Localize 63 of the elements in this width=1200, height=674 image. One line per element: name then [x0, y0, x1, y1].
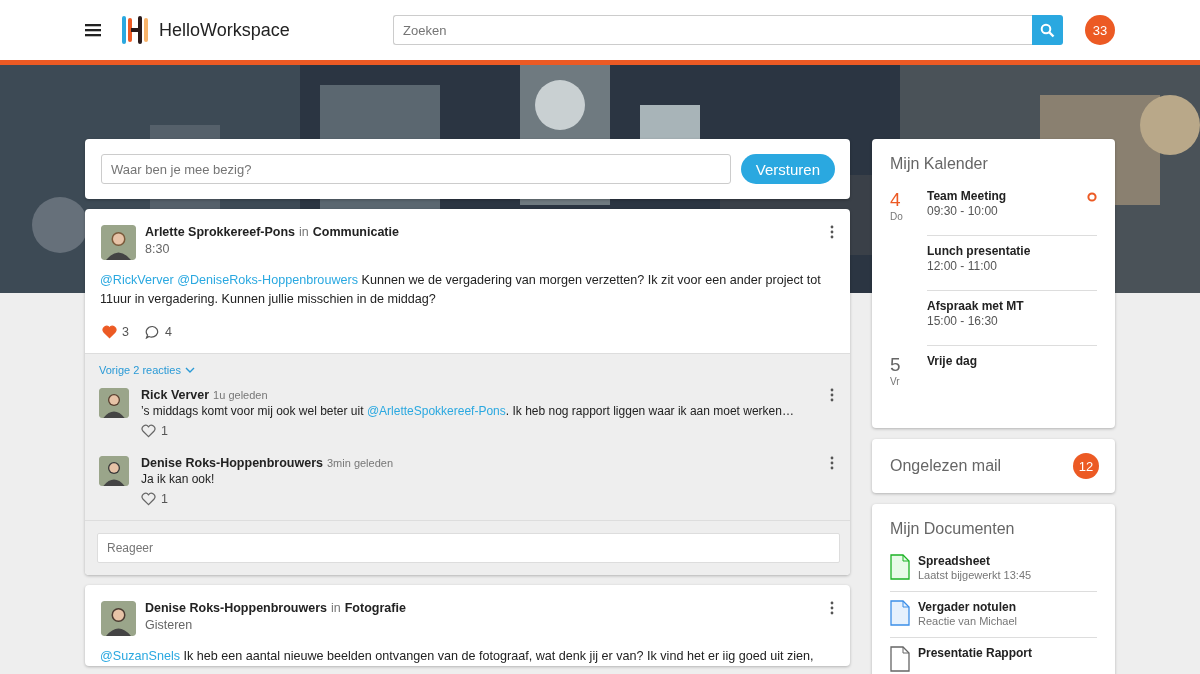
in-label: in [299, 225, 309, 239]
comment-time: 1u geleden [213, 389, 268, 401]
document-name[interactable]: Presentatie Rapport [918, 646, 1097, 660]
avatar [99, 456, 129, 486]
more-options-icon[interactable] [830, 601, 834, 615]
event-time: 15:00 - 16:30 [927, 314, 999, 328]
post-text: @SuzanSnels Ik heb een aantal nieuwe beelden ontvangen van de fotograaf, wat denk jij er van? Ik vind het er iig goed uit zien, [99, 648, 815, 665]
document-icon [890, 600, 910, 626]
day-number: 5 [890, 354, 901, 376]
avatar [101, 225, 136, 260]
comment-icon[interactable] [144, 325, 160, 339]
document-meta: Reactie van Michael [918, 615, 1019, 627]
weekday: Vr [890, 376, 900, 387]
search-icon [1040, 22, 1055, 38]
event-title[interactable]: Afspraak met MT [927, 299, 1097, 313]
mail-count-badge: 12 [1073, 453, 1099, 479]
event-title[interactable]: Team Meeting [927, 189, 1087, 203]
more-options-icon[interactable] [830, 225, 834, 239]
group-name[interactable]: Fotografie [344, 601, 406, 615]
comment-text: Ja ik kan ook! [141, 472, 216, 486]
card-title: Mijn Kalender [889, 154, 989, 174]
event-time: 09:30 - 10:00 [927, 204, 999, 218]
like-count: 1 [161, 492, 168, 506]
app-name: HelloWorkspace [159, 19, 290, 41]
post-time: Gisteren [145, 618, 194, 632]
avatar [101, 601, 136, 636]
event-title[interactable]: Vrije dag [927, 354, 1097, 368]
weekday: Do [890, 211, 903, 222]
logo-icon [119, 14, 151, 46]
card-title[interactable]: Ongelezen mail [890, 457, 1073, 475]
heart-icon[interactable] [141, 424, 156, 438]
heart-icon[interactable] [102, 325, 117, 339]
heart-icon[interactable] [141, 492, 156, 506]
more-options-icon[interactable] [830, 388, 834, 402]
comment-count: 4 [164, 325, 172, 339]
avatar [99, 388, 129, 418]
like-count: 3 [122, 325, 129, 339]
comment-time: 3min geleden [327, 457, 394, 469]
document-icon [890, 554, 910, 580]
card-title: Mijn Documenten [889, 519, 1016, 539]
day-number: 4 [890, 189, 901, 211]
document-meta: Laatst bijgewerkt 13:45 [918, 569, 1033, 581]
search-button[interactable] [1032, 15, 1063, 45]
group-name[interactable]: Communicatie [312, 225, 399, 239]
post-time: 8:30 [145, 242, 171, 256]
event-title[interactable]: Lunch presentatie [927, 244, 1097, 258]
comment-text: ’s middags komt voor mij ook wel beter uit @ArletteSpokkereef-Pons. Ik heb nog rapport liggen waar ik aan moet werken… [141, 404, 795, 418]
author-name[interactable]: Denise Roks-Hoppenbrouwers [141, 456, 323, 470]
status-input[interactable]: Waar ben je mee bezig? [101, 154, 731, 184]
in-label: in [331, 601, 341, 615]
author-name[interactable]: Arlette Sprokkereef-Pons [145, 225, 296, 239]
chevron-down-icon [184, 367, 195, 373]
author-name[interactable]: Denise Roks-Hoppenbrouwers [145, 601, 327, 615]
more-options-icon[interactable] [830, 456, 834, 470]
reply-field[interactable]: Reageer [97, 533, 840, 563]
document-name[interactable]: Vergader notulen [918, 600, 1097, 614]
document-name[interactable]: Spreadsheet [918, 554, 1097, 568]
post-text: @RickVerver @DeniseRoks-Hoppenbrouwers Kunnen we de vergadering van morgen verzetten? Ik zit voor een ander project tot 11uur in vergadering. Kunnen jullie misschien in de middag? [99, 272, 822, 308]
menu-icon[interactable] [85, 23, 101, 37]
search-field[interactable]: Zoeken [393, 15, 1032, 45]
author-name[interactable]: Rick Verver [141, 388, 210, 402]
event-time: 12:00 - 11:00 [927, 259, 998, 273]
like-count: 1 [161, 424, 168, 438]
